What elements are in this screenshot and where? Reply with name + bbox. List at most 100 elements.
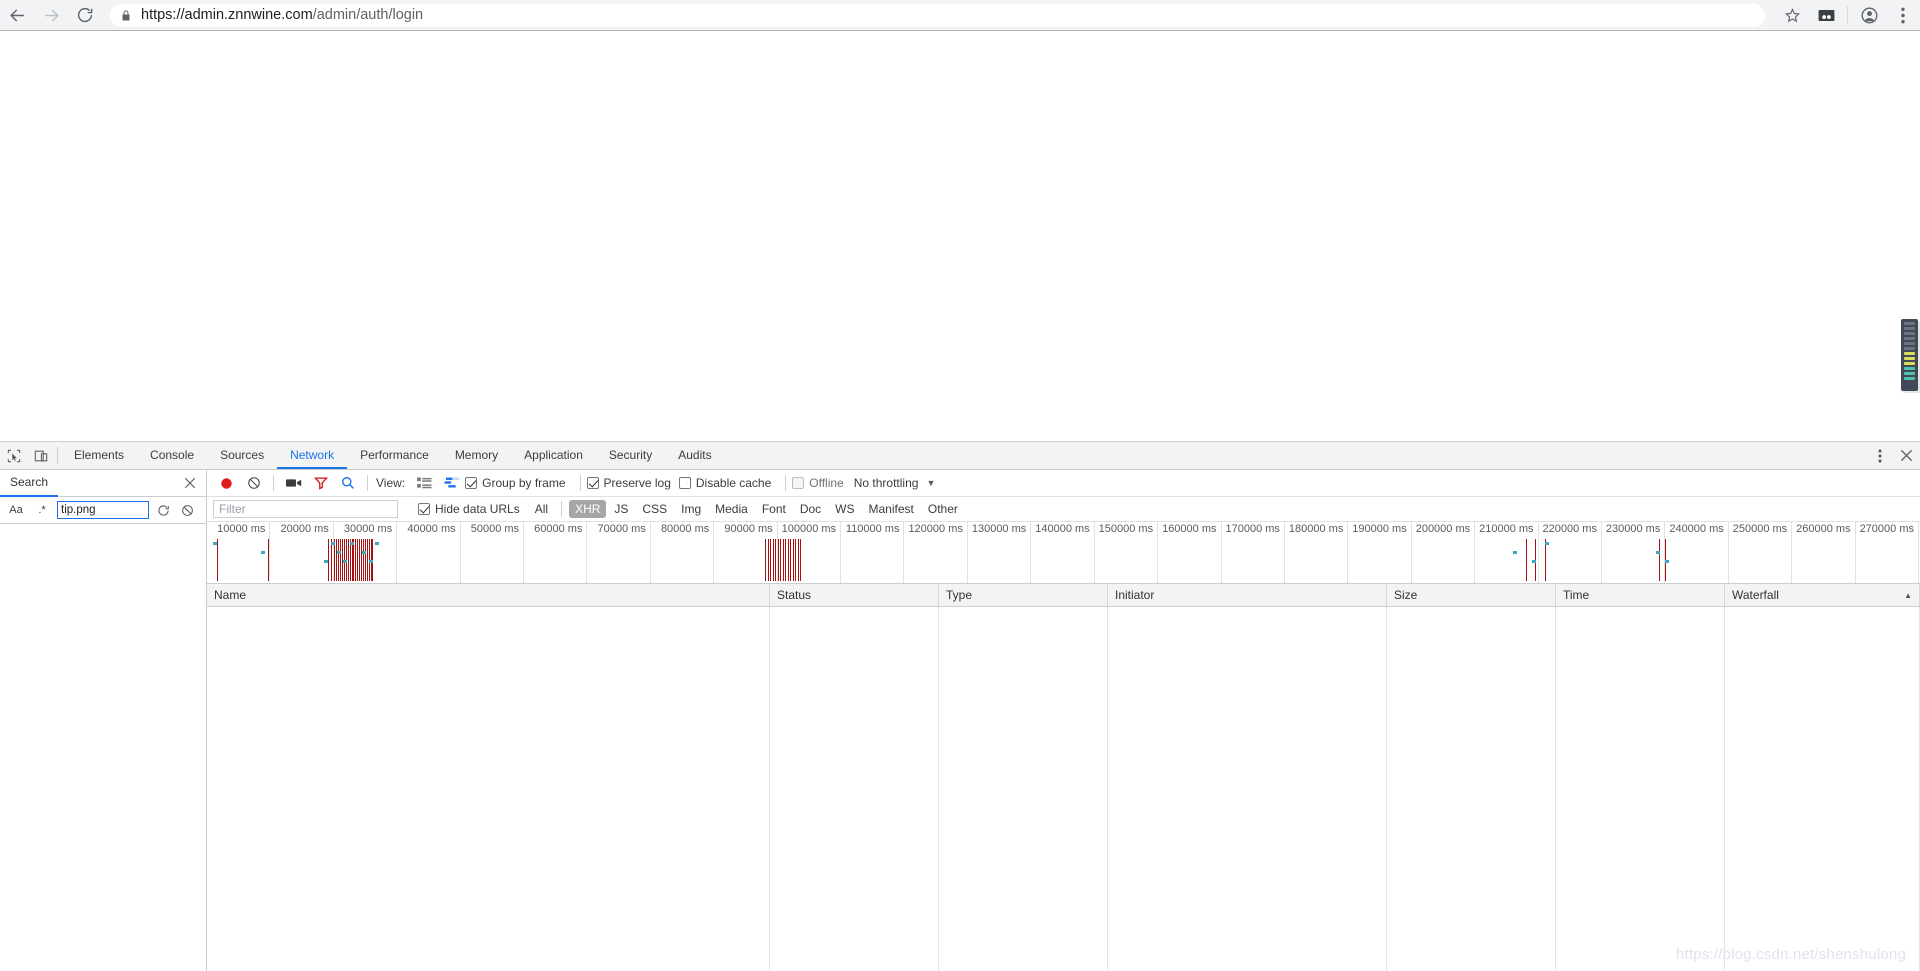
list-view-icon[interactable] [411,471,438,496]
toolbar-divider [367,475,368,491]
profile-avatar-icon[interactable] [1852,0,1886,30]
group-by-frame-checkbox[interactable]: Group by frame [465,476,566,490]
toolbar-divider [785,475,787,491]
filter-type-ws[interactable]: WS [829,500,860,518]
timeline-request-mark [355,539,357,581]
filter-input[interactable] [213,500,398,518]
tab-label: Network [290,447,335,462]
tab-label: Application [524,447,583,462]
throttling-select[interactable]: No throttling [854,476,919,490]
column-header-label: Size [1394,588,1418,602]
widget-stripe [1904,372,1915,375]
column-header-name[interactable]: Name [207,584,770,606]
timeline-event-dot [260,551,265,554]
inspect-element-icon[interactable] [0,442,27,469]
search-tab[interactable]: Search [0,470,59,497]
checkbox-box [418,503,430,515]
filter-type-js[interactable]: JS [608,500,634,518]
column-header-type[interactable]: Type [939,584,1108,606]
preserve-log-checkbox[interactable]: Preserve log [586,476,671,490]
refresh-icon[interactable] [153,504,173,517]
forward-arrow-icon[interactable] [34,0,68,30]
timeline-request-mark [362,539,364,581]
column-header-waterfall[interactable]: Waterfall ▲ [1725,584,1920,606]
timeline-request-mark [797,539,799,581]
timeline-request-mark [767,539,769,581]
close-icon[interactable] [174,477,206,489]
filter-icon[interactable] [307,471,334,496]
omnibox[interactable]: https://admin.znnwine.com/admin/auth/log… [110,3,1765,27]
column-header-status[interactable]: Status [770,584,939,606]
tab-label: Sources [220,447,265,462]
filter-type-other[interactable]: Other [922,500,964,518]
tab-audits[interactable]: Audits [665,442,724,469]
chevron-down-icon[interactable]: ▼ [926,478,935,488]
tab-memory[interactable]: Memory [442,442,511,469]
star-icon[interactable] [1775,0,1809,30]
search-icon[interactable] [334,471,361,496]
devtools-tabbar-right [1859,442,1920,469]
timeline-ruler: 10000 ms 20000 ms 30000 ms 40000 ms 50000 ms… [207,522,1920,583]
reload-icon[interactable] [68,0,102,30]
kebab-menu-icon[interactable] [1866,449,1893,463]
widget-stripe [1904,337,1915,340]
tab-sources[interactable]: Sources [207,442,277,469]
timeline-request-mark [770,539,772,581]
checkbox-label: Disable cache [695,476,772,490]
filter-type-doc[interactable]: Doc [794,500,827,518]
column-guide [939,607,1108,971]
filter-type-media[interactable]: Media [709,500,754,518]
browser-toolbar: https://admin.znnwine.com/admin/auth/log… [0,0,1920,31]
tab-label: Audits [678,447,712,462]
timeline-request-mark [1525,539,1527,581]
waterfall-view-icon[interactable] [438,471,465,496]
tab-elements[interactable]: Elements [61,442,137,469]
offline-checkbox[interactable]: Offline [792,476,844,490]
column-header-initiator[interactable]: Initiator [1108,584,1387,606]
filter-type-manifest[interactable]: Manifest [863,500,920,518]
regex-toggle[interactable]: .* [31,501,53,520]
widget-stripe [1904,362,1915,365]
regex-label: .* [38,504,46,516]
hide-data-urls-checkbox[interactable]: Hide data URLs [418,502,520,516]
column-header-time[interactable]: Time [1556,584,1725,606]
back-arrow-icon[interactable] [0,0,34,30]
search-input[interactable] [57,501,149,519]
timeline-event-dot [324,560,329,563]
column-header-size[interactable]: Size [1387,584,1556,606]
match-case-toggle[interactable]: Aa [5,501,27,520]
capture-screenshots-icon[interactable] [280,471,307,496]
disable-cache-checkbox[interactable]: Disable cache [678,476,772,490]
timeline-tick: 270000 ms [207,522,1919,583]
tab-network[interactable]: Network [277,442,348,469]
page-side-widget[interactable] [1901,319,1918,391]
column-header-label: Time [1563,588,1590,602]
close-icon[interactable] [1893,449,1920,462]
screen: https://admin.znnwine.com/admin/auth/log… [0,0,1920,971]
tab-console[interactable]: Console [137,442,207,469]
network-overview-timeline[interactable]: 10000 ms 20000 ms 30000 ms 40000 ms 50000 ms… [207,522,1920,584]
record-button[interactable] [213,471,240,496]
network-toolbar: View: Group by frame Preserve log Disabl… [207,470,1920,497]
tab-application[interactable]: Application [511,442,596,469]
filter-type-css[interactable]: CSS [636,500,673,518]
timeline-request-mark [800,539,802,581]
filter-type-img[interactable]: Img [675,500,707,518]
tab-label: Console [150,447,195,462]
filter-type-font[interactable]: Font [756,500,792,518]
device-toolbar-icon[interactable] [27,442,54,469]
three-dot-menu-icon[interactable] [1886,0,1920,30]
tab-security[interactable]: Security [596,442,665,469]
widget-stripe [1904,357,1915,360]
toolbar-divider [1847,6,1848,24]
tab-performance[interactable]: Performance [347,442,442,469]
tab-label: Performance [360,447,429,462]
timeline-request-mark [764,539,766,581]
filter-type-xhr[interactable]: XHR [569,500,607,518]
timeline-request-mark [780,539,782,581]
timeline-request-mark [775,539,777,581]
clear-button[interactable] [240,471,267,496]
filter-type-all[interactable]: All [529,500,554,518]
extension-icon[interactable] [1809,0,1843,30]
clear-icon[interactable] [177,504,197,517]
